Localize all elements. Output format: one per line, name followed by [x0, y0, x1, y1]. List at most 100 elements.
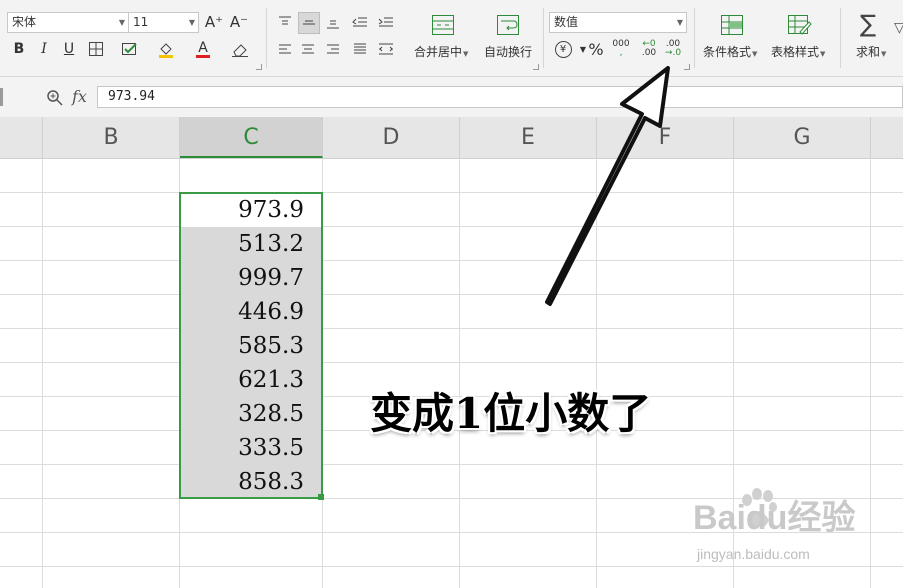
chevron-down-icon: ▼ [820, 50, 826, 58]
column-letter: C [243, 125, 259, 150]
shrink-font-button[interactable]: A⁻ [229, 12, 249, 32]
watermark-url: jingyan.baidu.com [697, 546, 810, 562]
annotation-text: 变成1位小数了 [370, 389, 652, 438]
annotation-caption: 变成1位小数了 [370, 380, 651, 441]
align-top-button[interactable] [275, 12, 295, 32]
percent-button[interactable]: % [586, 39, 606, 59]
align-center-button[interactable] [298, 39, 318, 59]
bold-button[interactable]: B [9, 39, 29, 59]
chevron-down-icon: ▼ [881, 50, 887, 58]
wrap-text-label: 自动换行 [484, 45, 533, 59]
align-center-icon [302, 44, 314, 54]
decrease-indent-icon [352, 17, 367, 27]
thousands-separator-button[interactable]: 000, [611, 39, 631, 59]
table-style-icon [787, 14, 812, 38]
grid-line [42, 158, 43, 588]
grow-font-button[interactable]: A⁺ [204, 12, 224, 32]
underline-button[interactable]: U [59, 39, 79, 59]
italic-label: I [41, 41, 47, 57]
align-middle-icon [303, 20, 315, 25]
selection-border [179, 192, 323, 499]
column-header-d[interactable]: D [323, 117, 460, 158]
grid-line [0, 362, 903, 363]
conditional-format-label: 条件格式 [703, 45, 752, 59]
grid-line [0, 192, 903, 193]
decrease-indent-button[interactable] [350, 12, 370, 32]
font-color-swatch [196, 54, 210, 58]
font-size-value: 11 [133, 15, 149, 29]
fill-color-button[interactable] [156, 39, 176, 59]
watermark-brand: Baidu经验 [693, 499, 856, 537]
merge-center-label: 合并居中 [414, 45, 463, 59]
shrink-font-label: A⁻ [229, 13, 249, 31]
justify-icon [354, 43, 366, 54]
distributed-align-button[interactable] [376, 39, 396, 59]
comma-glyph: , [619, 48, 623, 58]
grow-font-label: A⁺ [204, 13, 224, 31]
column-header-a[interactable] [0, 117, 43, 158]
paint-bucket-icon [159, 43, 173, 58]
column-header-g[interactable]: G [734, 117, 871, 158]
column-letter: D [382, 125, 400, 150]
number-format-select[interactable]: 数值 ▼ [549, 12, 687, 33]
merge-center-icon [420, 14, 464, 38]
italic-button[interactable]: I [34, 39, 54, 59]
align-bottom-button[interactable] [323, 12, 343, 32]
grid-line [0, 260, 903, 261]
table-style-button[interactable]: 表格样式▼ [771, 43, 825, 60]
chevron-down-icon: ▼ [188, 18, 195, 27]
border-icon [89, 42, 103, 56]
column-header-h[interactable] [871, 117, 903, 158]
underline-label: U [63, 41, 75, 57]
decrease-decimal-button[interactable]: .00 →.0 [663, 39, 683, 59]
ribbon-separator [840, 8, 841, 68]
sum-button[interactable]: 求和▼ [856, 43, 886, 60]
chevron-down-icon: ▼ [752, 50, 758, 58]
formula-input[interactable]: 973.94 [97, 86, 903, 108]
fx-label: fx [72, 87, 87, 106]
column-header-b[interactable]: B [43, 117, 180, 158]
chevron-down-icon: ▼ [118, 18, 125, 27]
increase-decimal-bottom: .00 [641, 48, 657, 58]
grid-line [0, 328, 903, 329]
wrap-text-button[interactable]: 自动换行 [484, 43, 532, 60]
sum-label: 求和 [856, 45, 881, 59]
decrease-decimal-bottom: →.0 [664, 48, 682, 58]
wrap-text-icon [496, 14, 520, 38]
bold-label: B [13, 41, 25, 57]
cell-style-icon [122, 43, 137, 55]
distributed-align-icon [379, 43, 393, 55]
align-right-icon [327, 44, 339, 54]
increase-indent-button[interactable] [376, 12, 396, 32]
currency-button[interactable]: ¥ [553, 39, 573, 59]
align-middle-button[interactable] [298, 12, 320, 34]
table-style-label: 表格样式 [771, 45, 820, 59]
fill-handle[interactable] [318, 494, 324, 500]
cell-style-button[interactable] [120, 39, 140, 59]
sum-icon: ∑ [860, 10, 877, 38]
ribbon-separator [543, 8, 544, 68]
name-box-edge [0, 88, 3, 106]
column-header-c[interactable]: C [180, 117, 323, 158]
clear-button[interactable] [230, 39, 250, 59]
number-format-value: 数值 [554, 15, 579, 29]
justify-button[interactable] [350, 39, 370, 59]
merge-center-button[interactable]: 合并居中▼ [414, 43, 468, 60]
font-size-select[interactable]: 11 ▼ [128, 12, 199, 33]
conditional-format-button[interactable]: 条件格式▼ [703, 43, 757, 60]
filter-icon[interactable]: ▽ [894, 20, 903, 60]
align-right-button[interactable] [323, 39, 343, 59]
zoom-search-icon[interactable] [46, 89, 64, 107]
font-color-button[interactable]: A [193, 39, 213, 59]
align-left-button[interactable] [275, 39, 295, 59]
increase-decimal-button[interactable]: ←0.00 [639, 39, 659, 59]
fx-icon[interactable]: fx [72, 87, 87, 106]
border-button[interactable] [86, 39, 106, 59]
formula-value: 973.94 [108, 89, 155, 104]
ribbon-separator [266, 8, 267, 68]
align-top-icon [279, 16, 291, 25]
grid-line [459, 158, 460, 588]
align-bottom-icon [327, 20, 339, 29]
font-name-select[interactable]: 宋体 ▼ [7, 12, 129, 33]
font-dialog-launcher-icon[interactable] [256, 64, 262, 70]
